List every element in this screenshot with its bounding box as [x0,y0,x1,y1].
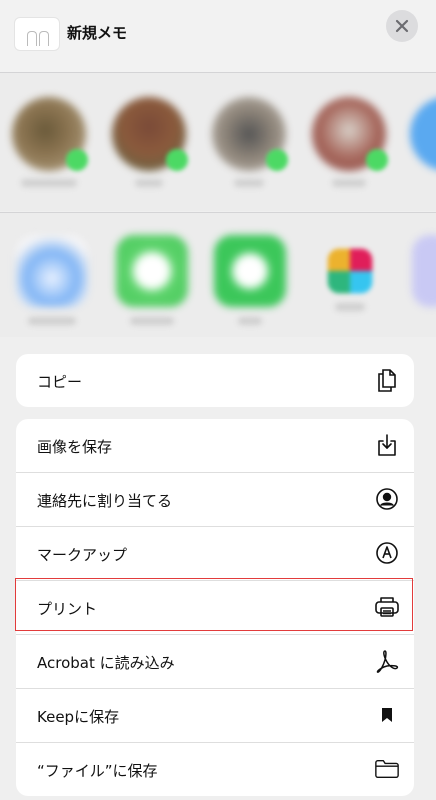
action-print[interactable]: プリント [16,581,414,635]
app-messages[interactable] [116,235,188,325]
acrobat-icon [374,648,400,674]
person-suggestion[interactable] [212,97,288,187]
action-label: マークアップ [37,546,128,564]
person-suggestion[interactable] [112,97,188,187]
action-label: “ファイル”に保存 [37,762,158,780]
app-slack[interactable] [314,235,386,311]
note-title: 新規メモ [67,24,128,42]
action-save-image[interactable]: 画像を保存 [16,419,414,473]
markup-icon [374,540,400,566]
app-line[interactable] [214,235,286,325]
action-copy[interactable]: コピー [16,354,414,407]
action-label: 連絡先に割り当てる [37,492,173,510]
person-suggestion[interactable] [12,97,88,187]
contact-icon [374,486,400,512]
person-suggestion[interactable] [312,97,388,187]
action-label: 画像を保存 [37,438,113,456]
copy-icon [374,367,400,393]
folder-icon [374,756,400,782]
action-label: Acrobat に読み込み [37,654,175,672]
close-icon [395,19,409,33]
action-label: プリント [37,600,98,618]
bookmark-icon [374,702,400,728]
action-acrobat[interactable]: Acrobat に読み込み [16,635,414,689]
close-button[interactable] [386,10,418,42]
action-label: コピー [37,373,83,391]
app-share-row [0,213,436,337]
app-airdrop[interactable] [16,235,88,325]
app-more[interactable] [412,235,436,307]
action-save-to-keep[interactable]: Keepに保存 [16,689,414,743]
share-sheet-header: 新規メモ [0,0,436,72]
action-markup[interactable]: マークアップ [16,527,414,581]
action-save-to-files[interactable]: “ファイル”に保存 [16,743,414,796]
action-list: 画像を保存 連絡先に割り当てる マークアップ プリント Acrobat に読み込… [16,419,414,796]
action-label: Keepに保存 [37,708,120,726]
printer-icon [374,594,400,620]
save-image-icon [374,432,400,458]
note-thumbnail [14,17,60,51]
airdrop-people-row [0,73,436,211]
action-assign-contact[interactable]: 連絡先に割り当てる [16,473,414,527]
person-suggestion[interactable] [410,97,436,171]
copy-action-group: コピー [16,354,414,407]
